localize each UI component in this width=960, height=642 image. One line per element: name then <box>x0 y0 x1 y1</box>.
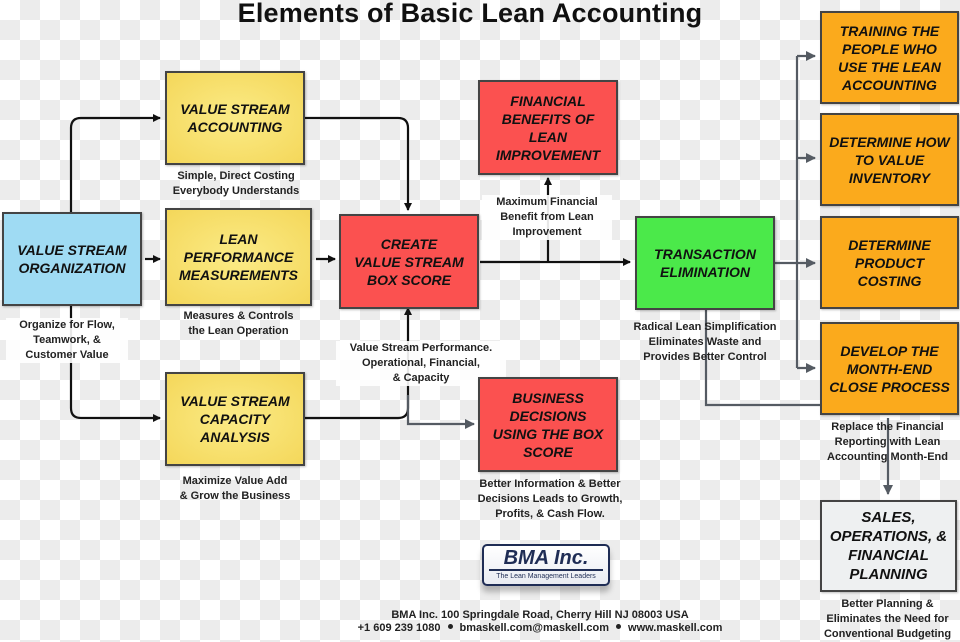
box-value-stream-accounting: VALUE STREAM ACCOUNTING <box>165 71 305 165</box>
arrow-org-to-accounting <box>69 114 161 212</box>
note-value-stream-accounting: Simple, Direct Costing Everybody Underst… <box>172 170 300 197</box>
box-financial-benefits: FINANCIAL BENEFITS OF LEAN IMPROVEMENT <box>478 80 618 175</box>
note-sales-operations-financial-planning: Better Planning & Eliminates the Need fo… <box>823 598 952 640</box>
logo-tagline: The Lean Management Leaders <box>496 573 596 580</box>
box-transaction-elimination: TRANSACTION ELIMINATION <box>635 216 775 310</box>
box-product-costing: DETERMINE PRODUCT COSTING <box>820 216 959 309</box>
note-business-decisions: Better Information & Better Decisions Le… <box>477 478 623 520</box>
bullet-separator <box>447 624 453 629</box>
arrow-to-business-decisions <box>406 395 475 429</box>
arrow-accounting-to-boxscore <box>304 116 412 211</box>
note-month-end-close: Replace the Financial Reporting with Lea… <box>827 421 948 463</box>
box-create-value-stream-box-score: CREATE VALUE STREAM BOX SCORE <box>339 214 479 309</box>
footer-phone: +1 609 239 1080 <box>357 622 441 634</box>
box-month-end-close: DEVELOP THE MONTH-END CLOSE PROCESS <box>820 322 959 415</box>
footer-email[interactable]: bmaskell.com@maskell.com <box>460 622 610 634</box>
footer-contact: +1 609 239 1080 bmaskell.com@maskell.com w… <box>300 622 780 635</box>
footer-website[interactable]: www.maskell.com <box>628 622 722 634</box>
footer: BMA Inc. 100 Springdale Road, Cherry Hil… <box>300 609 780 635</box>
box-business-decisions: BUSINESS DECISIONS USING THE BOX SCORE <box>478 377 618 472</box>
note-transaction-elimination: Radical Lean Simplification Eliminates W… <box>633 321 777 363</box>
note-lean-performance-measurements: Measures & Controls the Lean Operation <box>183 310 294 337</box>
footer-address: BMA Inc. 100 Springdale Road, Cherry Hil… <box>391 609 689 621</box>
box-sales-operations-financial-planning: SALES, OPERATIONS, & FINANCIAL PLANNING <box>820 500 957 592</box>
box-inventory: DETERMINE HOW TO VALUE INVENTORY <box>820 113 959 206</box>
note-financial-benefits: Maximum Financial Benefit from Lean Impr… <box>482 195 612 240</box>
bullet-separator <box>616 624 622 629</box>
bma-logo: BMA Inc. The Lean Management Leaders <box>482 544 610 586</box>
box-value-stream-organization: VALUE STREAM ORGANIZATION <box>2 212 142 306</box>
logo-name: BMA Inc. <box>489 547 603 571</box>
box-training: TRAINING THE PEOPLE WHO USE THE LEAN ACC… <box>820 11 959 104</box>
box-lean-performance-measurements: LEAN PERFORMANCE MEASUREMENTS <box>165 208 312 306</box>
note-value-stream-capacity-analysis: Maximize Value Add & Grow the Business <box>179 475 291 502</box>
note-value-stream-organization: Organize for Flow, Teamwork, & Customer … <box>6 318 128 363</box>
box-value-stream-capacity-analysis: VALUE STREAM CAPACITY ANALYSIS <box>165 372 305 466</box>
